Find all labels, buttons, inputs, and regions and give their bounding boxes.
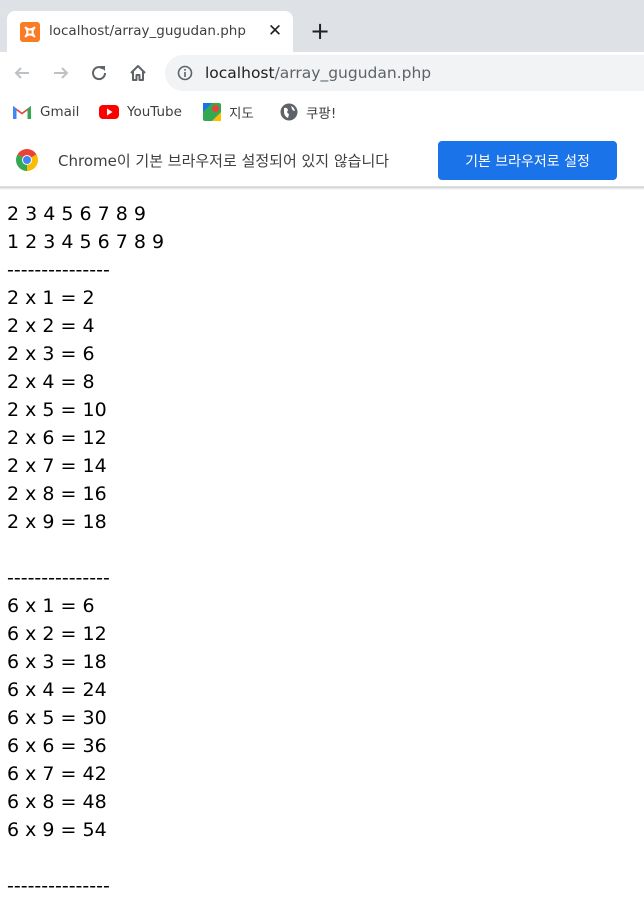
bookmark-label: 쿠팡! <box>306 106 337 122</box>
output-line: 2 3 4 5 6 7 8 9 <box>7 203 146 225</box>
reload-icon <box>92 66 107 81</box>
output-line: 2 x 9 = 18 <box>7 511 107 533</box>
url-host: localhost <box>205 64 275 82</box>
bookmarks-bar: Gmail YouTube 지도 쿠팡! <box>0 95 644 130</box>
maps-icon <box>203 103 221 121</box>
separator-line: --------------- <box>7 259 110 281</box>
info-icon[interactable] <box>177 65 193 81</box>
set-default-browser-button[interactable]: 기본 브라우저로 설정 <box>438 141 617 180</box>
bookmark-maps[interactable]: 지도 <box>203 99 254 125</box>
toolbar-divider <box>0 187 644 190</box>
default-browser-infobar: Chrome이 기본 브라우저로 설정되어 있지 않습니다 기본 브라우저로 설… <box>0 130 644 187</box>
infobar-message: Chrome이 기본 브라우저로 설정되어 있지 않습니다 <box>58 152 390 170</box>
output-line: 2 x 6 = 12 <box>7 427 107 449</box>
close-tab-icon[interactable]: ✕ <box>266 21 284 41</box>
output-line: 1 2 3 4 5 6 7 8 9 <box>7 231 165 253</box>
address-bar[interactable]: localhost/array_gugudan.php <box>165 55 644 91</box>
gmail-icon <box>13 106 31 119</box>
output-line: 6 x 1 = 6 <box>7 595 95 617</box>
bookmark-youtube[interactable]: YouTube <box>99 99 182 125</box>
output-line: 2 x 3 = 6 <box>7 343 95 365</box>
url-text[interactable]: localhost/array_gugudan.php <box>205 64 431 82</box>
toolbar: localhost/array_gugudan.php <box>0 52 644 95</box>
tab-strip: localhost/array_gugudan.php ✕ + <box>0 0 644 52</box>
new-tab-button[interactable]: + <box>307 19 333 45</box>
back-arrow-icon <box>14 67 29 79</box>
separator-line: --------------- <box>7 567 110 589</box>
xampp-favicon-icon <box>20 22 40 42</box>
home-icon <box>130 65 146 81</box>
tab-title: localhost/array_gugudan.php <box>49 23 246 39</box>
bookmark-label: Gmail <box>40 104 80 120</box>
output-line: 6 x 2 = 12 <box>7 623 107 645</box>
output-line: 2 x 2 = 4 <box>7 315 95 337</box>
output-line: 2 x 1 = 2 <box>7 287 95 309</box>
active-tab[interactable]: localhost/array_gugudan.php ✕ <box>7 11 293 52</box>
globe-icon <box>280 103 298 121</box>
bookmark-gmail[interactable]: Gmail <box>12 99 79 125</box>
output-line: 2 x 5 = 10 <box>7 399 107 421</box>
youtube-icon <box>99 105 119 119</box>
output-line: 2 x 8 = 16 <box>7 483 107 505</box>
output-line: 6 x 8 = 48 <box>7 791 107 813</box>
output-line: 6 x 3 = 18 <box>7 651 107 673</box>
forward-button[interactable] <box>47 59 75 87</box>
output-line: 6 x 9 = 54 <box>7 819 107 841</box>
output-line: 6 x 5 = 30 <box>7 707 107 729</box>
page-content: 2 3 4 5 6 7 8 9 1 2 3 4 5 6 7 8 9 --------… <box>7 200 637 900</box>
separator-line: --------------- <box>7 875 110 897</box>
chrome-logo-icon <box>16 149 38 171</box>
url-path: /array_gugudan.php <box>274 64 432 82</box>
reload-button[interactable] <box>85 59 113 87</box>
home-button[interactable] <box>124 59 152 87</box>
bookmark-label: 지도 <box>229 106 254 122</box>
back-button[interactable] <box>8 59 36 87</box>
bookmark-label: YouTube <box>127 104 182 120</box>
output-line: 2 x 7 = 14 <box>7 455 107 477</box>
output-line: 6 x 7 = 42 <box>7 763 107 785</box>
bookmark-coupang[interactable]: 쿠팡! <box>280 99 336 125</box>
forward-arrow-icon <box>54 67 69 79</box>
output-line: 6 x 4 = 24 <box>7 679 107 701</box>
output-line: 6 x 6 = 36 <box>7 735 107 757</box>
output-line: 2 x 4 = 8 <box>7 371 95 393</box>
